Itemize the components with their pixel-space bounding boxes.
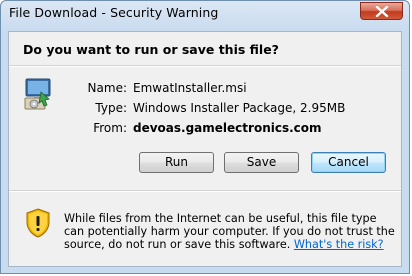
whats-the-risk-link[interactable]: What's the risk? — [294, 238, 384, 251]
window-title: File Download - Security Warning — [9, 5, 219, 20]
file-source-label: From: — [93, 121, 127, 135]
file-type-value: Windows Installer Package, 2.95MB — [133, 101, 346, 115]
run-button[interactable]: Run — [139, 152, 214, 173]
cancel-button[interactable]: Cancel — [311, 152, 386, 173]
file-source-value: devoas.gamelectronics.com — [133, 121, 322, 135]
close-button[interactable] — [360, 2, 403, 20]
divider-top — [9, 65, 401, 67]
warning-message: While files from the Internet can be use… — [64, 212, 399, 251]
close-icon — [375, 6, 389, 17]
dialog-question: Do you want to run or save this file? — [23, 42, 279, 57]
file-type-label: Type: — [95, 101, 127, 115]
security-warning-window: File Download - Security Warning Do you … — [0, 0, 410, 274]
security-shield-icon — [26, 208, 50, 238]
warning-footer: While files from the Internet can be use… — [9, 192, 401, 268]
title-bar[interactable]: File Download - Security Warning — [1, 1, 409, 27]
file-name-value: EmwatInstaller.msi — [133, 81, 247, 95]
file-name-label: Name: — [87, 81, 127, 95]
dialog-content: Do you want to run or save this file? Na… — [8, 31, 402, 267]
save-button[interactable]: Save — [224, 152, 299, 173]
